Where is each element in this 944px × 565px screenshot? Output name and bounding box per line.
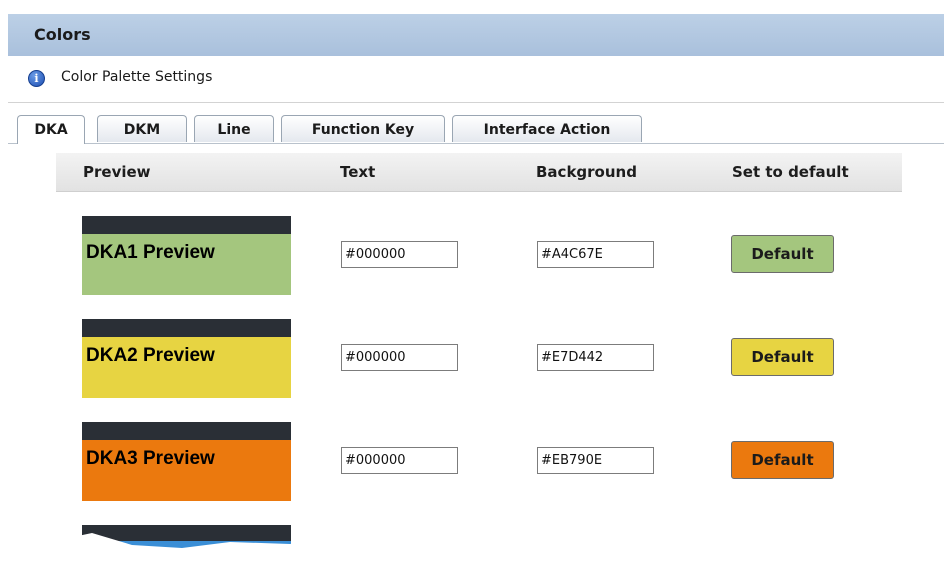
column-header-text: Text xyxy=(340,163,376,181)
text-color-input[interactable] xyxy=(341,344,458,371)
text-color-input[interactable] xyxy=(341,241,458,268)
preview-header-strip xyxy=(82,216,291,234)
preview-label: DKA2 Preview xyxy=(86,345,215,366)
table-row: DKA1 Preview Default xyxy=(0,216,944,296)
background-color-input[interactable] xyxy=(537,447,654,474)
column-header-set-to-default: Set to default xyxy=(732,163,849,181)
tab-function-key[interactable]: Function Key xyxy=(281,115,445,142)
background-color-input[interactable] xyxy=(537,344,654,371)
default-button[interactable]: Default xyxy=(731,441,834,479)
table-row: DKA2 Preview Default xyxy=(0,319,944,399)
info-bar: i Color Palette Settings xyxy=(8,56,944,103)
color-preview-partial xyxy=(82,525,291,565)
tab-dka[interactable]: DKA xyxy=(17,115,85,144)
tab-dkm[interactable]: DKM xyxy=(97,115,187,142)
tab-strip: DKA DKM Line Function Key Interface Acti… xyxy=(8,103,944,144)
column-header-background: Background xyxy=(536,163,637,181)
preview-header-strip xyxy=(82,422,291,440)
tab-interface-action[interactable]: Interface Action xyxy=(452,115,642,142)
preview-label: DKA1 Preview xyxy=(86,242,215,263)
color-table: Preview Text Background Set to default D… xyxy=(0,144,944,565)
background-color-input[interactable] xyxy=(537,241,654,268)
default-button[interactable]: Default xyxy=(731,235,834,273)
info-icon: i xyxy=(28,70,45,87)
table-row: DKA3 Preview Default xyxy=(0,422,944,502)
page-subtitle: Color Palette Settings xyxy=(61,69,213,85)
text-color-input[interactable] xyxy=(341,447,458,474)
color-preview: DKA3 Preview xyxy=(82,422,291,501)
window-title: Colors xyxy=(8,14,944,56)
color-preview: DKA1 Preview xyxy=(82,216,291,295)
preview-label: DKA3 Preview xyxy=(86,448,215,469)
preview-header-strip xyxy=(82,319,291,337)
table-header: Preview Text Background Set to default xyxy=(56,153,902,192)
column-header-preview: Preview xyxy=(83,163,151,181)
tab-line[interactable]: Line xyxy=(194,115,274,142)
preview-partial-fill xyxy=(82,541,291,565)
color-preview: DKA2 Preview xyxy=(82,319,291,398)
default-button[interactable]: Default xyxy=(731,338,834,376)
